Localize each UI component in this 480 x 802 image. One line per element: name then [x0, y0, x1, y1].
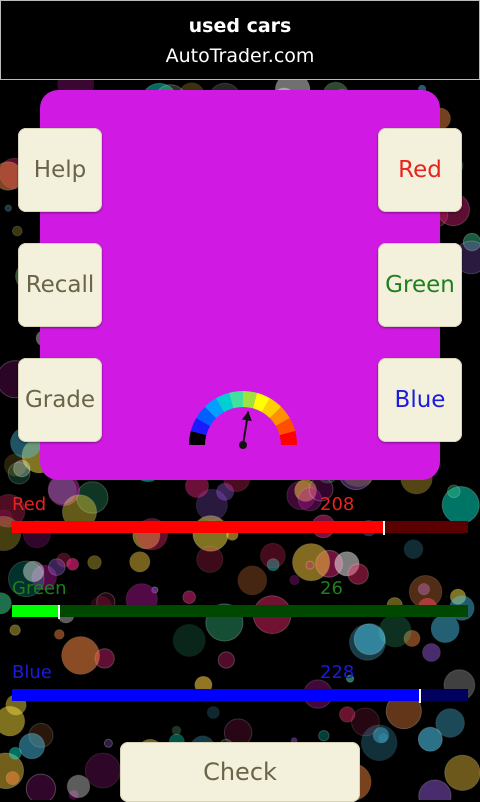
- bokeh-dot: [418, 779, 452, 800]
- bokeh-dot: [403, 539, 424, 559]
- bokeh-dot: [339, 706, 356, 723]
- bokeh-dot: [8, 746, 22, 760]
- bokeh-dot: [171, 725, 182, 736]
- blue-slider-value: 228: [320, 662, 355, 683]
- bokeh-dot: [318, 730, 330, 742]
- bokeh-dot: [9, 624, 21, 636]
- bokeh-dot: [207, 706, 220, 719]
- blue-slider-thumb[interactable]: [419, 689, 421, 703]
- check-button[interactable]: Check: [120, 742, 360, 802]
- green-slider-thumb[interactable]: [58, 605, 60, 619]
- bokeh-dot: [347, 563, 369, 585]
- bokeh-dot: [87, 555, 102, 570]
- green-slider[interactable]: [12, 605, 468, 619]
- bokeh-dot: [103, 738, 113, 748]
- bokeh-dot: [5, 771, 20, 786]
- blue-slider-fill: [12, 689, 420, 701]
- bokeh-dot: [447, 484, 461, 499]
- blue-button[interactable]: Blue: [378, 358, 462, 442]
- red-slider-fill: [12, 521, 384, 533]
- ad-subtitle: AutoTrader.com: [165, 45, 315, 67]
- bokeh-dot: [13, 459, 31, 478]
- red-slider-thumb[interactable]: [383, 521, 385, 535]
- bokeh-dot: [408, 575, 443, 609]
- bokeh-dot: [66, 557, 80, 571]
- blue-slider[interactable]: [12, 689, 468, 703]
- bokeh-dot: [289, 574, 300, 586]
- bokeh-dot: [53, 629, 65, 640]
- bokeh-dot: [260, 542, 286, 569]
- bokeh-dot: [196, 545, 224, 574]
- gauge-pivot: [239, 441, 247, 449]
- red-slider-value: 208: [320, 494, 355, 515]
- bokeh-dot: [48, 558, 66, 576]
- bokeh-dot: [18, 732, 46, 760]
- ad-title: used cars: [188, 15, 292, 37]
- green-slider-value: 26: [320, 578, 343, 599]
- bokeh-dot: [4, 204, 12, 212]
- bokeh-dot: [360, 724, 398, 762]
- bokeh-dot: [444, 754, 480, 791]
- bokeh-dot: [129, 551, 151, 573]
- bokeh-dot: [25, 773, 56, 800]
- green-button[interactable]: Green: [378, 243, 462, 327]
- bokeh-dot: [172, 624, 206, 657]
- red-slider[interactable]: [12, 521, 468, 535]
- blue-slider-label: Blue: [12, 662, 52, 683]
- bokeh-dot: [353, 623, 386, 656]
- ad-banner[interactable]: used cars AutoTrader.com: [0, 0, 480, 80]
- red-button[interactable]: Red: [378, 128, 462, 212]
- bokeh-dot: [84, 752, 121, 789]
- recall-button[interactable]: Recall: [18, 243, 102, 327]
- bokeh-dot: [11, 225, 23, 237]
- red-slider-label: Red: [12, 494, 47, 515]
- bokeh-dot: [237, 565, 267, 596]
- color-gauge-icon: [189, 391, 297, 449]
- bokeh-dot: [421, 643, 441, 662]
- bokeh-dot: [182, 590, 196, 605]
- bokeh-dot: [61, 636, 101, 675]
- bokeh-dot: [66, 774, 91, 799]
- green-slider-label: Green: [12, 578, 67, 599]
- bokeh-dot: [0, 592, 12, 615]
- bokeh-dot: [417, 726, 443, 752]
- gauge-needle-head: [241, 411, 252, 422]
- bokeh-dot: [217, 651, 235, 669]
- help-button[interactable]: Help: [18, 128, 102, 212]
- bokeh-dot: [305, 560, 315, 570]
- grade-button[interactable]: Grade: [18, 358, 102, 442]
- green-slider-fill: [12, 605, 59, 617]
